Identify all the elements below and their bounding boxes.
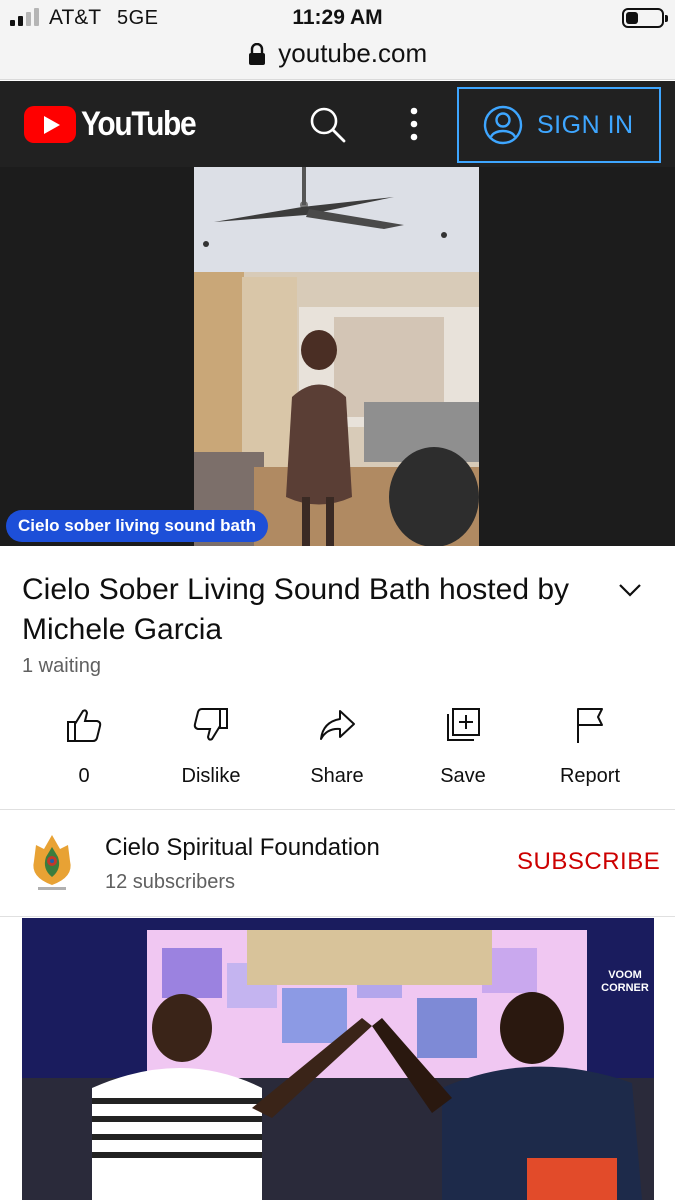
save-button[interactable]: Save	[400, 705, 526, 788]
video-player[interactable]: Cielo sober living sound bath	[0, 167, 675, 546]
live-caption-chip: Cielo sober living sound bath	[6, 510, 269, 542]
youtube-play-logo-icon	[24, 105, 76, 143]
like-button[interactable]: 0	[21, 705, 147, 788]
like-count: 0	[78, 765, 90, 787]
thumbs-down-icon	[193, 708, 228, 741]
channel-avatar[interactable]	[24, 831, 80, 895]
report-label: Report	[559, 765, 621, 787]
subscribe-button[interactable]: SUBSCRIBE	[517, 848, 660, 876]
subscriber-count: 12 subscribers	[105, 871, 236, 893]
flag-icon	[577, 708, 603, 743]
voom-corner-logo: VOOM	[608, 969, 642, 981]
clock: 11:29 AM	[292, 6, 383, 29]
search-icon[interactable]	[306, 103, 348, 145]
url-text: youtube.com	[278, 38, 428, 68]
account-icon	[483, 105, 523, 145]
youtube-logo[interactable]: YouTube	[24, 104, 211, 144]
video-frame[interactable]	[194, 167, 479, 546]
lock-icon	[248, 42, 265, 65]
save-label: Save	[440, 765, 486, 787]
battery-icon	[622, 8, 668, 28]
waiting-count: 1 waiting	[22, 655, 101, 677]
dislike-button[interactable]: Dislike	[148, 705, 274, 788]
share-button[interactable]: Share	[274, 705, 400, 788]
address-bar[interactable]: youtube.com	[0, 38, 675, 70]
youtube-wordmark: YouTube	[81, 104, 197, 143]
divider	[0, 916, 675, 917]
action-bar: 0 Dislike Share Save Report	[0, 705, 675, 805]
add-to-playlist-icon	[447, 708, 480, 741]
share-icon	[320, 710, 355, 740]
report-button[interactable]: Report	[527, 705, 653, 788]
channel-name[interactable]: Cielo Spiritual Foundation	[105, 834, 380, 862]
sign-in-label: SIGN IN	[537, 110, 634, 139]
ios-status-bar: AT&T 5GE 11:29 AM youtube.com	[0, 0, 675, 80]
thumbnail-image: VOOM CORNER	[22, 918, 654, 1200]
more-options-icon[interactable]	[400, 103, 428, 145]
video-title: Cielo Sober Living Sound Bath hosted by …	[22, 573, 570, 646]
sign-in-button[interactable]: SIGN IN	[457, 87, 661, 163]
live-video-image	[194, 167, 479, 546]
share-label: Share	[310, 765, 364, 787]
divider	[0, 809, 675, 810]
next-video-thumbnail[interactable]: VOOM CORNER	[22, 918, 654, 1200]
thumbs-up-icon	[67, 709, 102, 742]
dislike-label: Dislike	[181, 765, 241, 787]
svg-text:CORNER: CORNER	[601, 982, 649, 994]
chevron-down-icon[interactable]	[617, 579, 643, 601]
youtube-header: YouTube SIGN IN	[0, 81, 675, 167]
